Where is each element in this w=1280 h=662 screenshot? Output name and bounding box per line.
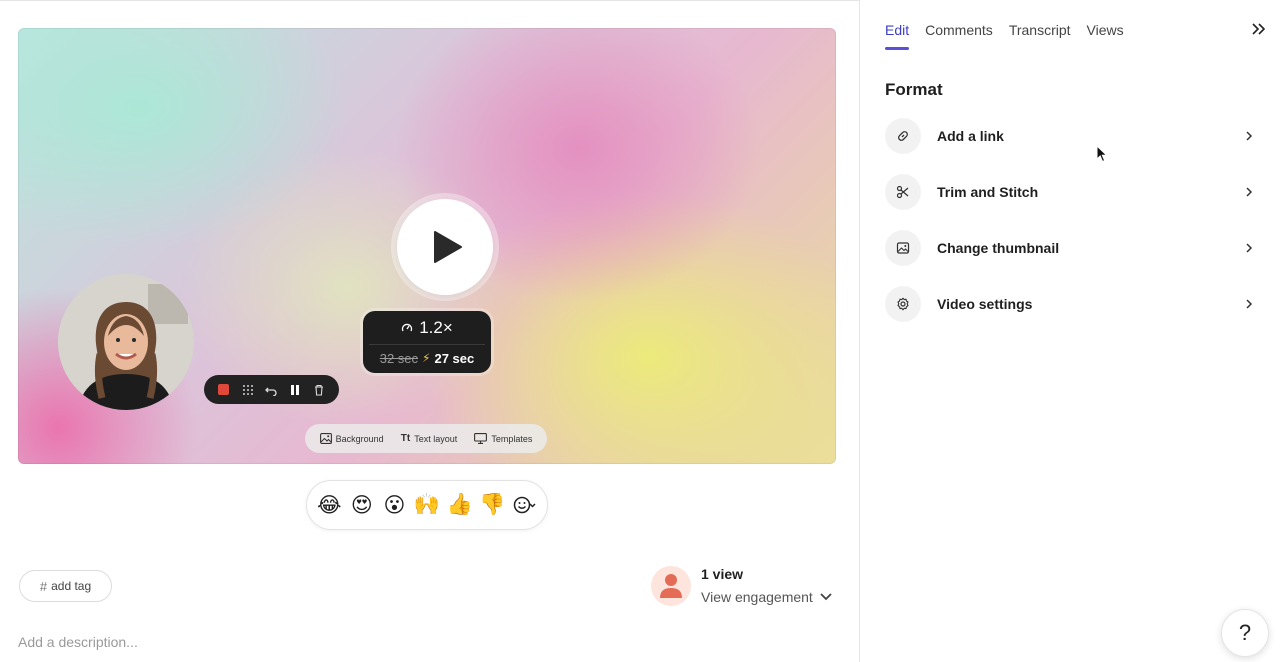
chevron-right-icon <box>1241 184 1257 200</box>
thumbs-down-reaction[interactable]: 👎 <box>477 490 507 520</box>
add-tag-button[interactable]: # add tag <box>19 570 112 602</box>
video-settings-item[interactable]: Video settings <box>885 286 1257 322</box>
change-thumbnail-label: Change thumbnail <box>937 240 1060 256</box>
raised-hands-reaction[interactable]: 🙌 <box>412 490 442 520</box>
view-engagement-toggle[interactable]: View engagement <box>701 589 833 605</box>
add-tag-label: add tag <box>51 579 92 593</box>
speed-rate: 1.2× <box>419 318 453 337</box>
gear-icon <box>885 286 921 322</box>
templates-tool-label: Templates <box>491 433 533 444</box>
trash-icon[interactable] <box>311 382 327 398</box>
background-tool[interactable]: Background <box>319 433 384 444</box>
video-player[interactable]: 1.2× 32 sec ⚡ 27 sec Background Tt Text … <box>18 28 836 464</box>
views-count: 1 view <box>701 566 744 582</box>
viewer-avatar[interactable] <box>651 566 691 606</box>
speed-divider <box>369 344 485 345</box>
reaction-bar: 😂 😍 😮 🙌 👍 👎 <box>306 480 548 530</box>
sidebar-tabs: Edit Comments Transcript Views <box>885 22 1124 50</box>
add-link-label: Add a link <box>937 128 1004 144</box>
camera-bubble[interactable] <box>58 274 194 410</box>
text-layout-tool-label: Text layout <box>414 433 458 444</box>
undo-icon[interactable] <box>263 382 279 398</box>
speedometer-icon <box>402 323 413 332</box>
video-tools-bar: Background Tt Text layout Templates <box>305 424 547 453</box>
background-tool-label: Background <box>335 433 384 444</box>
collapse-sidebar-button[interactable] <box>1248 18 1270 40</box>
playback-speed-badge[interactable]: 1.2× 32 sec ⚡ 27 sec <box>363 311 491 373</box>
trim-stitch-item[interactable]: Trim and Stitch <box>885 174 1257 210</box>
add-link-item[interactable]: Add a link <box>885 118 1257 154</box>
tab-views[interactable]: Views <box>1087 22 1124 50</box>
tab-edit[interactable]: Edit <box>885 22 910 50</box>
laugh-reaction[interactable]: 😂 <box>314 490 344 520</box>
chevron-right-icon <box>1241 240 1257 256</box>
stop-record-icon[interactable] <box>216 382 232 398</box>
video-settings-label: Video settings <box>937 296 1033 312</box>
thumbs-up-reaction[interactable]: 👍 <box>445 490 475 520</box>
recording-toolbar <box>204 375 339 404</box>
grid-icon[interactable] <box>240 382 256 398</box>
heart-eyes-reaction[interactable]: 😍 <box>347 490 377 520</box>
play-button[interactable] <box>397 199 493 295</box>
change-thumbnail-item[interactable]: Change thumbnail <box>885 230 1257 266</box>
surprised-reaction[interactable]: 😮 <box>379 490 409 520</box>
chevron-down-icon <box>820 593 832 601</box>
edit-sidebar: Edit Comments Transcript Views Format Ad… <box>861 0 1280 662</box>
tab-comments[interactable]: Comments <box>925 22 993 50</box>
play-icon <box>434 231 462 263</box>
chevron-right-icon <box>1241 128 1257 144</box>
video-pane: 1.2× 32 sec ⚡ 27 sec Background Tt Text … <box>0 0 860 662</box>
image-icon <box>885 230 921 266</box>
chevron-right-icon <box>1241 296 1257 312</box>
original-duration: 32 sec <box>379 350 419 366</box>
mouse-cursor-icon <box>1096 144 1108 168</box>
description-input[interactable]: Add a description... <box>18 634 138 650</box>
templates-tool[interactable]: Templates <box>474 433 532 444</box>
trim-stitch-label: Trim and Stitch <box>937 184 1039 200</box>
double-chevron-right-icon <box>1252 23 1266 35</box>
text-layout-icon: Tt <box>400 433 411 444</box>
view-engagement-label: View engagement <box>701 589 813 605</box>
user-icon <box>660 574 682 598</box>
text-layout-tool[interactable]: Tt Text layout <box>401 433 457 444</box>
emoji-picker-icon <box>513 496 536 514</box>
lightning-icon: ⚡ <box>422 351 431 365</box>
scissors-icon <box>885 174 921 210</box>
presenter-avatar <box>58 274 194 410</box>
hash-icon: # <box>39 578 48 594</box>
tab-transcript[interactable]: Transcript <box>1009 22 1071 50</box>
help-button[interactable]: ? <box>1221 609 1269 657</box>
monitor-icon <box>474 433 488 444</box>
link-icon <box>885 118 921 154</box>
new-duration: 27 sec <box>434 350 475 366</box>
image-icon <box>319 433 332 444</box>
add-reaction-button[interactable] <box>510 490 540 520</box>
format-section-title: Format <box>885 80 943 99</box>
pause-icon[interactable] <box>287 382 303 398</box>
